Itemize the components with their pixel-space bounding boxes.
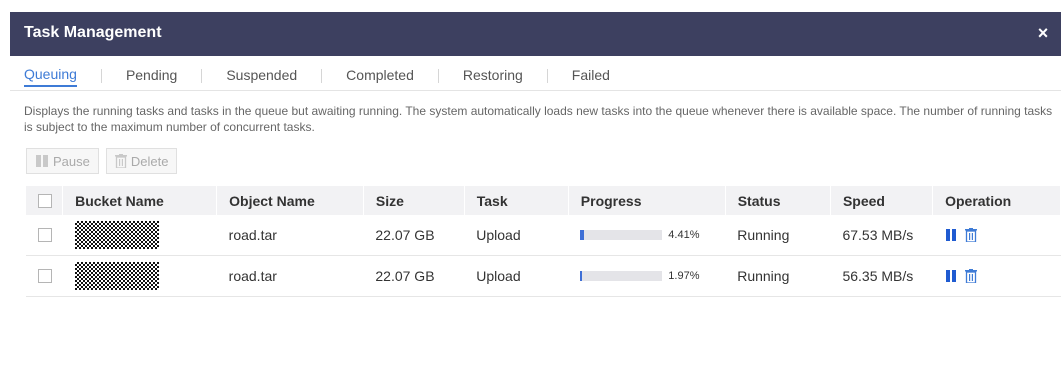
size-cell: 22.07 GB <box>363 215 465 256</box>
tab-divider <box>321 69 323 83</box>
pause-button[interactable]: Pause <box>26 148 99 174</box>
header-status: Status <box>725 186 831 215</box>
header-progress: Progress <box>568 186 726 215</box>
status-cell: Running <box>725 215 831 256</box>
progress-bar <box>580 230 663 240</box>
tab-divider <box>546 69 548 83</box>
trash-icon <box>114 154 127 168</box>
pause-button-label: Pause <box>53 153 90 169</box>
progress-cell: 1.97% <box>568 255 726 297</box>
status-cell: Running <box>725 255 831 297</box>
trash-icon[interactable] <box>964 269 977 283</box>
header-task: Task <box>464 186 569 215</box>
tabs-divider <box>10 90 1061 91</box>
tab-failed[interactable]: Failed <box>572 67 610 86</box>
tab-restoring[interactable]: Restoring <box>463 67 523 86</box>
pause-icon <box>35 155 49 167</box>
table-row: road.tar 22.07 GB Upload 1.97% Running 5… <box>26 255 1061 297</box>
header-operation: Operation <box>932 186 1061 215</box>
pause-icon[interactable] <box>945 270 957 282</box>
progress-fill <box>580 230 584 240</box>
action-toolbar: Pause Delete <box>26 148 178 174</box>
progress-value: 1.97% <box>668 270 700 282</box>
task-management-dialog: Task Management × Queuing Pending Suspen… <box>10 0 1061 381</box>
header-bucket-name: Bucket Name <box>62 186 218 215</box>
trash-icon[interactable] <box>964 228 977 242</box>
tab-divider <box>437 69 439 83</box>
queue-description: Displays the running tasks and tasks in … <box>24 104 1053 134</box>
header-object-name: Object Name <box>216 186 364 215</box>
table-row: road.tar 22.07 GB Upload 4.41% Running 6… <box>26 215 1061 256</box>
header-speed: Speed <box>830 186 934 215</box>
object-name-cell: road.tar <box>216 215 364 256</box>
row-checkbox[interactable] <box>38 228 52 242</box>
row-select-cell <box>26 255 63 297</box>
task-table: Bucket Name Object Name Size Task Progre… <box>26 186 1061 297</box>
tab-divider <box>201 69 203 83</box>
header-select-cell <box>26 186 64 215</box>
progress-value: 4.41% <box>668 229 700 241</box>
operation-cell <box>932 255 1061 297</box>
header-size: Size <box>363 186 465 215</box>
dialog-titlebar: Task Management × <box>10 12 1061 56</box>
bucket-name-cell <box>62 215 217 256</box>
row-checkbox[interactable] <box>38 269 52 283</box>
speed-cell: 67.53 MB/s <box>830 215 933 256</box>
dialog-title: Task Management <box>24 24 162 41</box>
tab-completed[interactable]: Completed <box>346 67 414 86</box>
redacted-bucket-name <box>74 262 159 290</box>
progress-bar <box>580 271 663 281</box>
table-header-row: Bucket Name Object Name Size Task Progre… <box>26 186 1061 215</box>
delete-button[interactable]: Delete <box>105 148 178 174</box>
delete-button-label: Delete <box>130 153 169 169</box>
pause-icon[interactable] <box>945 229 957 241</box>
task-cell: Upload <box>464 255 569 297</box>
size-cell: 22.07 GB <box>363 255 465 297</box>
close-icon[interactable]: × <box>1033 23 1053 43</box>
task-tabs: Queuing Pending Suspended Completed Rest… <box>24 64 610 88</box>
tab-pending[interactable]: Pending <box>126 67 177 86</box>
redacted-bucket-name <box>74 221 159 249</box>
operation-cell <box>932 215 1061 256</box>
tab-divider <box>100 69 102 83</box>
task-cell: Upload <box>464 215 569 256</box>
progress-fill <box>580 271 583 281</box>
object-name-cell: road.tar <box>216 255 364 297</box>
tab-queuing[interactable]: Queuing <box>24 66 77 87</box>
tab-suspended[interactable]: Suspended <box>226 67 297 86</box>
speed-cell: 56.35 MB/s <box>830 255 933 297</box>
row-select-cell <box>26 215 63 256</box>
select-all-checkbox[interactable] <box>38 193 52 208</box>
bucket-name-cell <box>62 255 217 297</box>
progress-cell: 4.41% <box>568 215 726 256</box>
